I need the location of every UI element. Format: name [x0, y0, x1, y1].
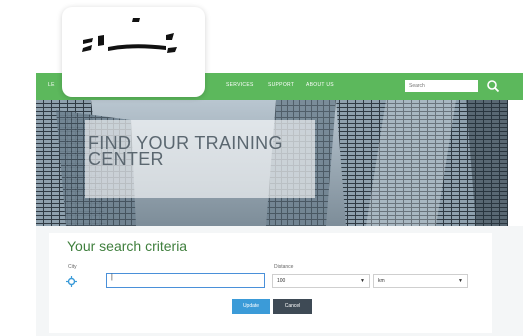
- distance-label: Distance: [274, 264, 294, 270]
- distance-select[interactable]: 100 ▼: [272, 274, 370, 288]
- nav-item-about-us[interactable]: ABOUT US: [306, 82, 334, 88]
- search-icon[interactable]: [486, 79, 500, 93]
- location-crosshair-icon[interactable]: [66, 276, 77, 287]
- city-input[interactable]: |: [106, 273, 265, 288]
- unit-value: km: [378, 278, 385, 284]
- logo-icon: [82, 18, 177, 53]
- search-criteria-title: Your search criteria: [67, 238, 188, 254]
- search-input[interactable]: [405, 80, 478, 92]
- city-label: City: [68, 264, 77, 270]
- cancel-button[interactable]: Cancel: [273, 299, 312, 314]
- unit-select[interactable]: km ▼: [373, 274, 468, 288]
- chevron-down-icon: ▼: [360, 278, 365, 284]
- nav-item-left[interactable]: LE: [48, 82, 55, 88]
- distance-value: 100: [277, 278, 286, 284]
- update-button[interactable]: Update: [232, 299, 270, 314]
- chevron-down-icon: ▼: [458, 278, 463, 284]
- hero-edge: [508, 100, 523, 226]
- hero-title: FIND YOUR TRAINING CENTER: [88, 133, 283, 169]
- nav-item-services[interactable]: SERVICES: [226, 82, 254, 88]
- nav-item-support[interactable]: SUPPORT: [268, 82, 294, 88]
